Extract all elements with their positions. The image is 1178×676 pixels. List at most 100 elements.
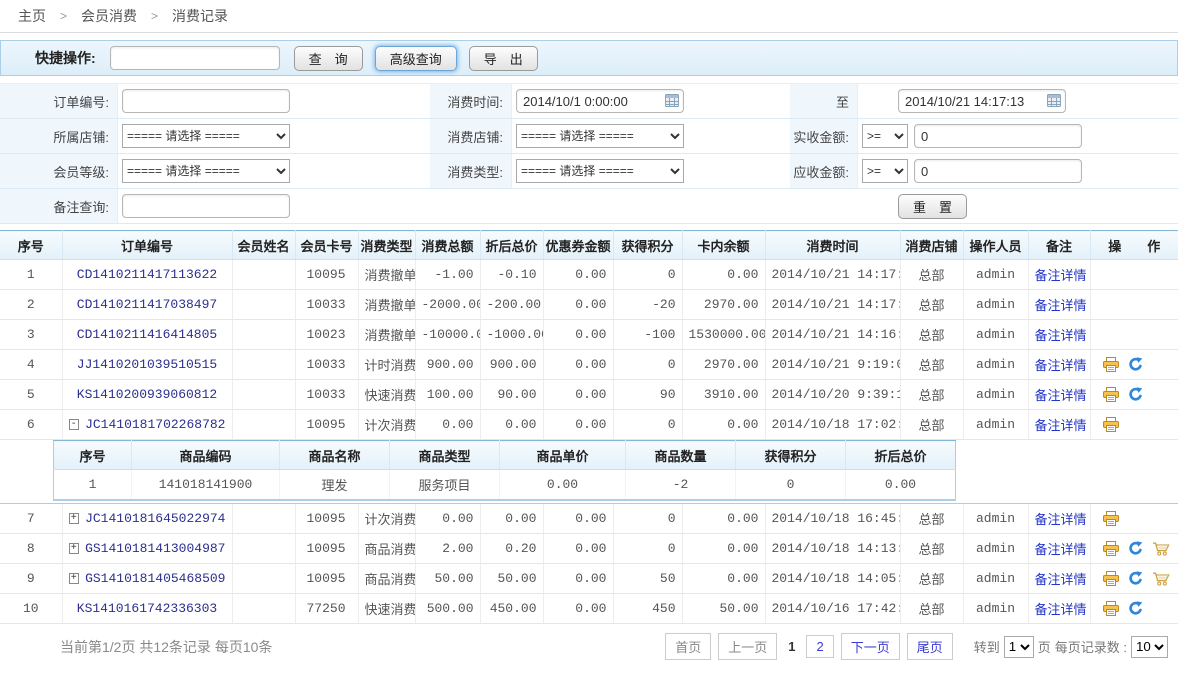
remark-detail-link[interactable]: 备注详情 — [1035, 512, 1087, 527]
sub-column-header: 商品名称 — [280, 441, 390, 470]
card-balance-cell: 50.00 — [682, 593, 765, 623]
remark-detail-link[interactable]: 备注详情 — [1035, 602, 1087, 617]
goods-detail-row: 1141018141900理发服务项目0.00-200.00 — [54, 470, 956, 500]
remark-search-input[interactable] — [122, 194, 290, 218]
column-header: 消费类型 — [358, 231, 415, 260]
order-no-link[interactable]: CD1410211417038497 — [77, 297, 217, 312]
refund-icon[interactable] — [1128, 357, 1143, 372]
advanced-query-button[interactable]: 高级查询 — [375, 46, 457, 71]
table-row: 4JJ141020103951051510033计时消费900.00900.00… — [0, 350, 1178, 380]
collapse-row-icon[interactable]: - — [69, 419, 80, 430]
member-name-cell — [232, 503, 295, 533]
per-page-select[interactable]: 10 — [1131, 636, 1168, 658]
order-no-link[interactable]: KS1410200939060812 — [77, 387, 217, 402]
coupon-amount-cell: 0.00 — [543, 290, 613, 320]
consume-store-select[interactable]: ===== 请选择 ===== — [516, 124, 684, 148]
card-no-cell: 77250 — [295, 593, 358, 623]
remark-detail-link[interactable]: 备注详情 — [1035, 358, 1087, 373]
goto-page-select[interactable]: 1 — [1004, 636, 1034, 658]
member-name-cell — [232, 290, 295, 320]
member-level-select[interactable]: ===== 请选择 ===== — [122, 159, 290, 183]
card-no-cell: 10095 — [295, 563, 358, 593]
remark-detail-link[interactable]: 备注详情 — [1035, 328, 1087, 343]
calendar-icon[interactable] — [1047, 94, 1061, 110]
time-to-input[interactable] — [898, 89, 1066, 113]
own-store-select[interactable]: ===== 请选择 ===== — [122, 124, 290, 148]
reset-button[interactable]: 重 置 — [898, 194, 967, 219]
calendar-icon[interactable] — [665, 94, 679, 110]
actions-cell — [1090, 563, 1178, 593]
order-no-link[interactable]: JC1410181645022974 — [85, 511, 225, 526]
order-no-link[interactable]: KS1410161742336303 — [77, 601, 217, 616]
export-button[interactable]: 导 出 — [469, 46, 538, 71]
remark-detail-link[interactable]: 备注详情 — [1035, 298, 1087, 313]
discounted-amount-cell: 0.00 — [480, 503, 543, 533]
breadcrumb-member-consume[interactable]: 会员消费 — [81, 6, 137, 26]
member-name-cell — [232, 593, 295, 623]
cart-icon[interactable] — [1152, 571, 1171, 586]
column-header: 会员姓名 — [232, 231, 295, 260]
last-page-button[interactable]: 尾页 — [907, 633, 953, 660]
goods-detail-cell: 服务项目 — [390, 470, 500, 500]
real-amount-input[interactable] — [914, 124, 1082, 148]
order-no-link[interactable]: GS1410181413004987 — [85, 541, 225, 556]
refund-icon[interactable] — [1128, 571, 1143, 586]
consume-type-select[interactable]: ===== 请选择 ===== — [516, 159, 684, 183]
prev-page-button[interactable]: 上一页 — [718, 633, 777, 660]
remark-detail-link[interactable]: 备注详情 — [1035, 268, 1087, 283]
page-number-button[interactable]: 2 — [806, 635, 833, 658]
real-amount-operator-select[interactable]: >= — [862, 124, 908, 148]
printer-icon[interactable] — [1103, 511, 1119, 526]
row-seq: 10 — [0, 593, 62, 623]
due-amount-input[interactable] — [914, 159, 1082, 183]
printer-icon[interactable] — [1103, 357, 1119, 372]
points-cell: 0 — [613, 410, 682, 440]
remark-detail-link[interactable]: 备注详情 — [1035, 388, 1087, 403]
remark-detail-link[interactable]: 备注详情 — [1035, 418, 1087, 433]
order-no-link[interactable]: CD1410211416414805 — [77, 327, 217, 342]
order-no-input[interactable] — [122, 89, 290, 113]
remark-detail-link[interactable]: 备注详情 — [1035, 572, 1087, 587]
refund-icon[interactable] — [1128, 387, 1143, 402]
remark-cell: 备注详情 — [1028, 533, 1090, 563]
refund-icon[interactable] — [1128, 601, 1143, 616]
query-button[interactable]: 查 询 — [294, 46, 363, 71]
table-row: 2CD141021141703849710033消费撤单-2000.00-200… — [0, 290, 1178, 320]
total-amount-cell: 50.00 — [415, 563, 480, 593]
discounted-amount-cell: -1000.00 — [480, 320, 543, 350]
expand-row-icon[interactable]: + — [69, 513, 80, 524]
due-amount-operator-select[interactable]: >= — [862, 159, 908, 183]
consume-store-label: 消费店铺: — [430, 119, 512, 153]
sub-column-header: 商品编码 — [132, 441, 280, 470]
remark-detail-link[interactable]: 备注详情 — [1035, 542, 1087, 557]
order-no-cell: JJ1410201039510515 — [62, 350, 232, 380]
sub-column-header: 商品单价 — [500, 441, 626, 470]
table-row: 1CD141021141711362210095消费撤单-1.00-0.100.… — [0, 260, 1178, 290]
expand-row-icon[interactable]: + — [69, 573, 80, 584]
order-no-link[interactable]: GS1410181405468509 — [85, 571, 225, 586]
next-page-button[interactable]: 下一页 — [841, 633, 900, 660]
order-no-link[interactable]: CD1410211417113622 — [77, 267, 217, 282]
printer-icon[interactable] — [1103, 541, 1119, 556]
sub-column-header: 商品数量 — [626, 441, 736, 470]
printer-icon[interactable] — [1103, 601, 1119, 616]
printer-icon[interactable] — [1103, 387, 1119, 402]
printer-icon[interactable] — [1103, 571, 1119, 586]
first-page-button[interactable]: 首页 — [665, 633, 711, 660]
consume-type-cell: 计时消费 — [358, 350, 415, 380]
order-no-link[interactable]: JC1410181702268782 — [85, 417, 225, 432]
consume-type-cell: 消费撤单 — [358, 320, 415, 350]
expand-row-icon[interactable]: + — [69, 543, 80, 554]
order-no-link[interactable]: JJ1410201039510515 — [77, 357, 217, 372]
time-from-input[interactable] — [516, 89, 684, 113]
cart-icon[interactable] — [1152, 541, 1171, 556]
sub-column-header: 获得积分 — [736, 441, 846, 470]
consume-time-label: 消费时间: — [430, 84, 512, 118]
column-header: 卡内余额 — [682, 231, 765, 260]
member-name-cell — [232, 350, 295, 380]
quick-search-input[interactable] — [110, 46, 280, 70]
refund-icon[interactable] — [1128, 541, 1143, 556]
printer-icon[interactable] — [1103, 417, 1119, 432]
breadcrumb-home[interactable]: 主页 — [18, 6, 46, 26]
points-cell: 50 — [613, 563, 682, 593]
